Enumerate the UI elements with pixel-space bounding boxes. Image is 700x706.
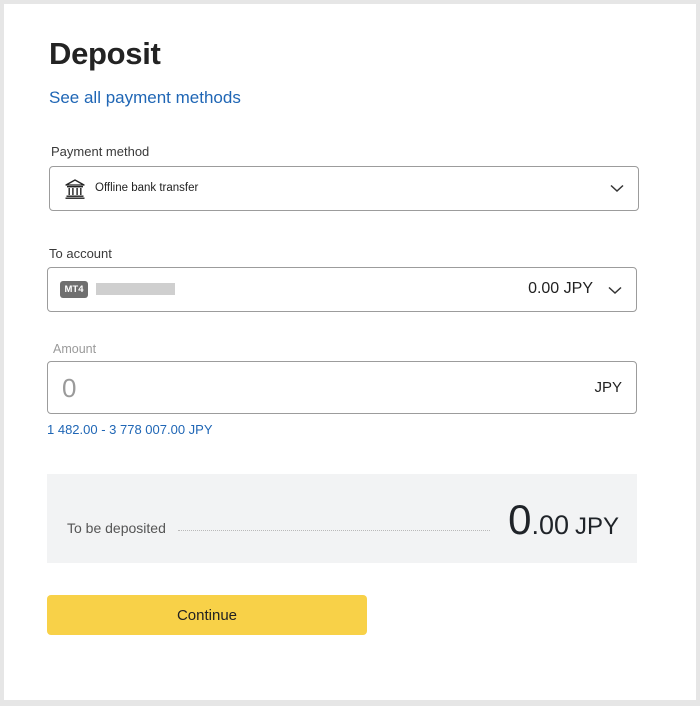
to-account-select[interactable]: MT4 0.00 JPY: [47, 267, 637, 312]
continue-button[interactable]: Continue: [47, 595, 367, 635]
payment-method-select[interactable]: Offline bank transfer: [49, 166, 639, 211]
payment-method-label: Payment method: [51, 144, 150, 159]
amount-input[interactable]: [60, 370, 544, 406]
deposit-amount-decimal: .00: [531, 510, 569, 540]
deposit-panel: Deposit See all payment methods Payment …: [4, 4, 696, 700]
account-balance: 0.00 JPY: [528, 280, 593, 297]
chevron-down-icon[interactable]: [608, 286, 622, 295]
deposit-amount-integer: 0: [508, 496, 532, 543]
bank-icon: [65, 179, 85, 199]
amount-field: JPY: [47, 361, 637, 414]
chevron-down-icon[interactable]: [610, 184, 624, 193]
redacted-account-number: [96, 283, 175, 295]
amount-range-hint: 1 482.00 - 3 778 007.00 JPY: [47, 422, 213, 437]
to-be-deposited-value: 0.00 JPY: [508, 496, 619, 544]
page-title: Deposit: [49, 36, 161, 71]
to-be-deposited-label: To be deposited: [67, 520, 166, 536]
account-type-badge: MT4: [60, 281, 88, 298]
see-all-payment-methods-link[interactable]: See all payment methods: [49, 88, 241, 108]
amount-label: Amount: [53, 342, 97, 356]
dotted-leader: [178, 530, 490, 531]
deposit-currency: JPY: [574, 513, 619, 540]
deposit-summary: To be deposited 0.00 JPY: [47, 474, 637, 563]
to-account-label: To account: [49, 246, 112, 261]
payment-method-value: Offline bank transfer: [95, 182, 199, 194]
amount-currency: JPY: [594, 379, 622, 396]
